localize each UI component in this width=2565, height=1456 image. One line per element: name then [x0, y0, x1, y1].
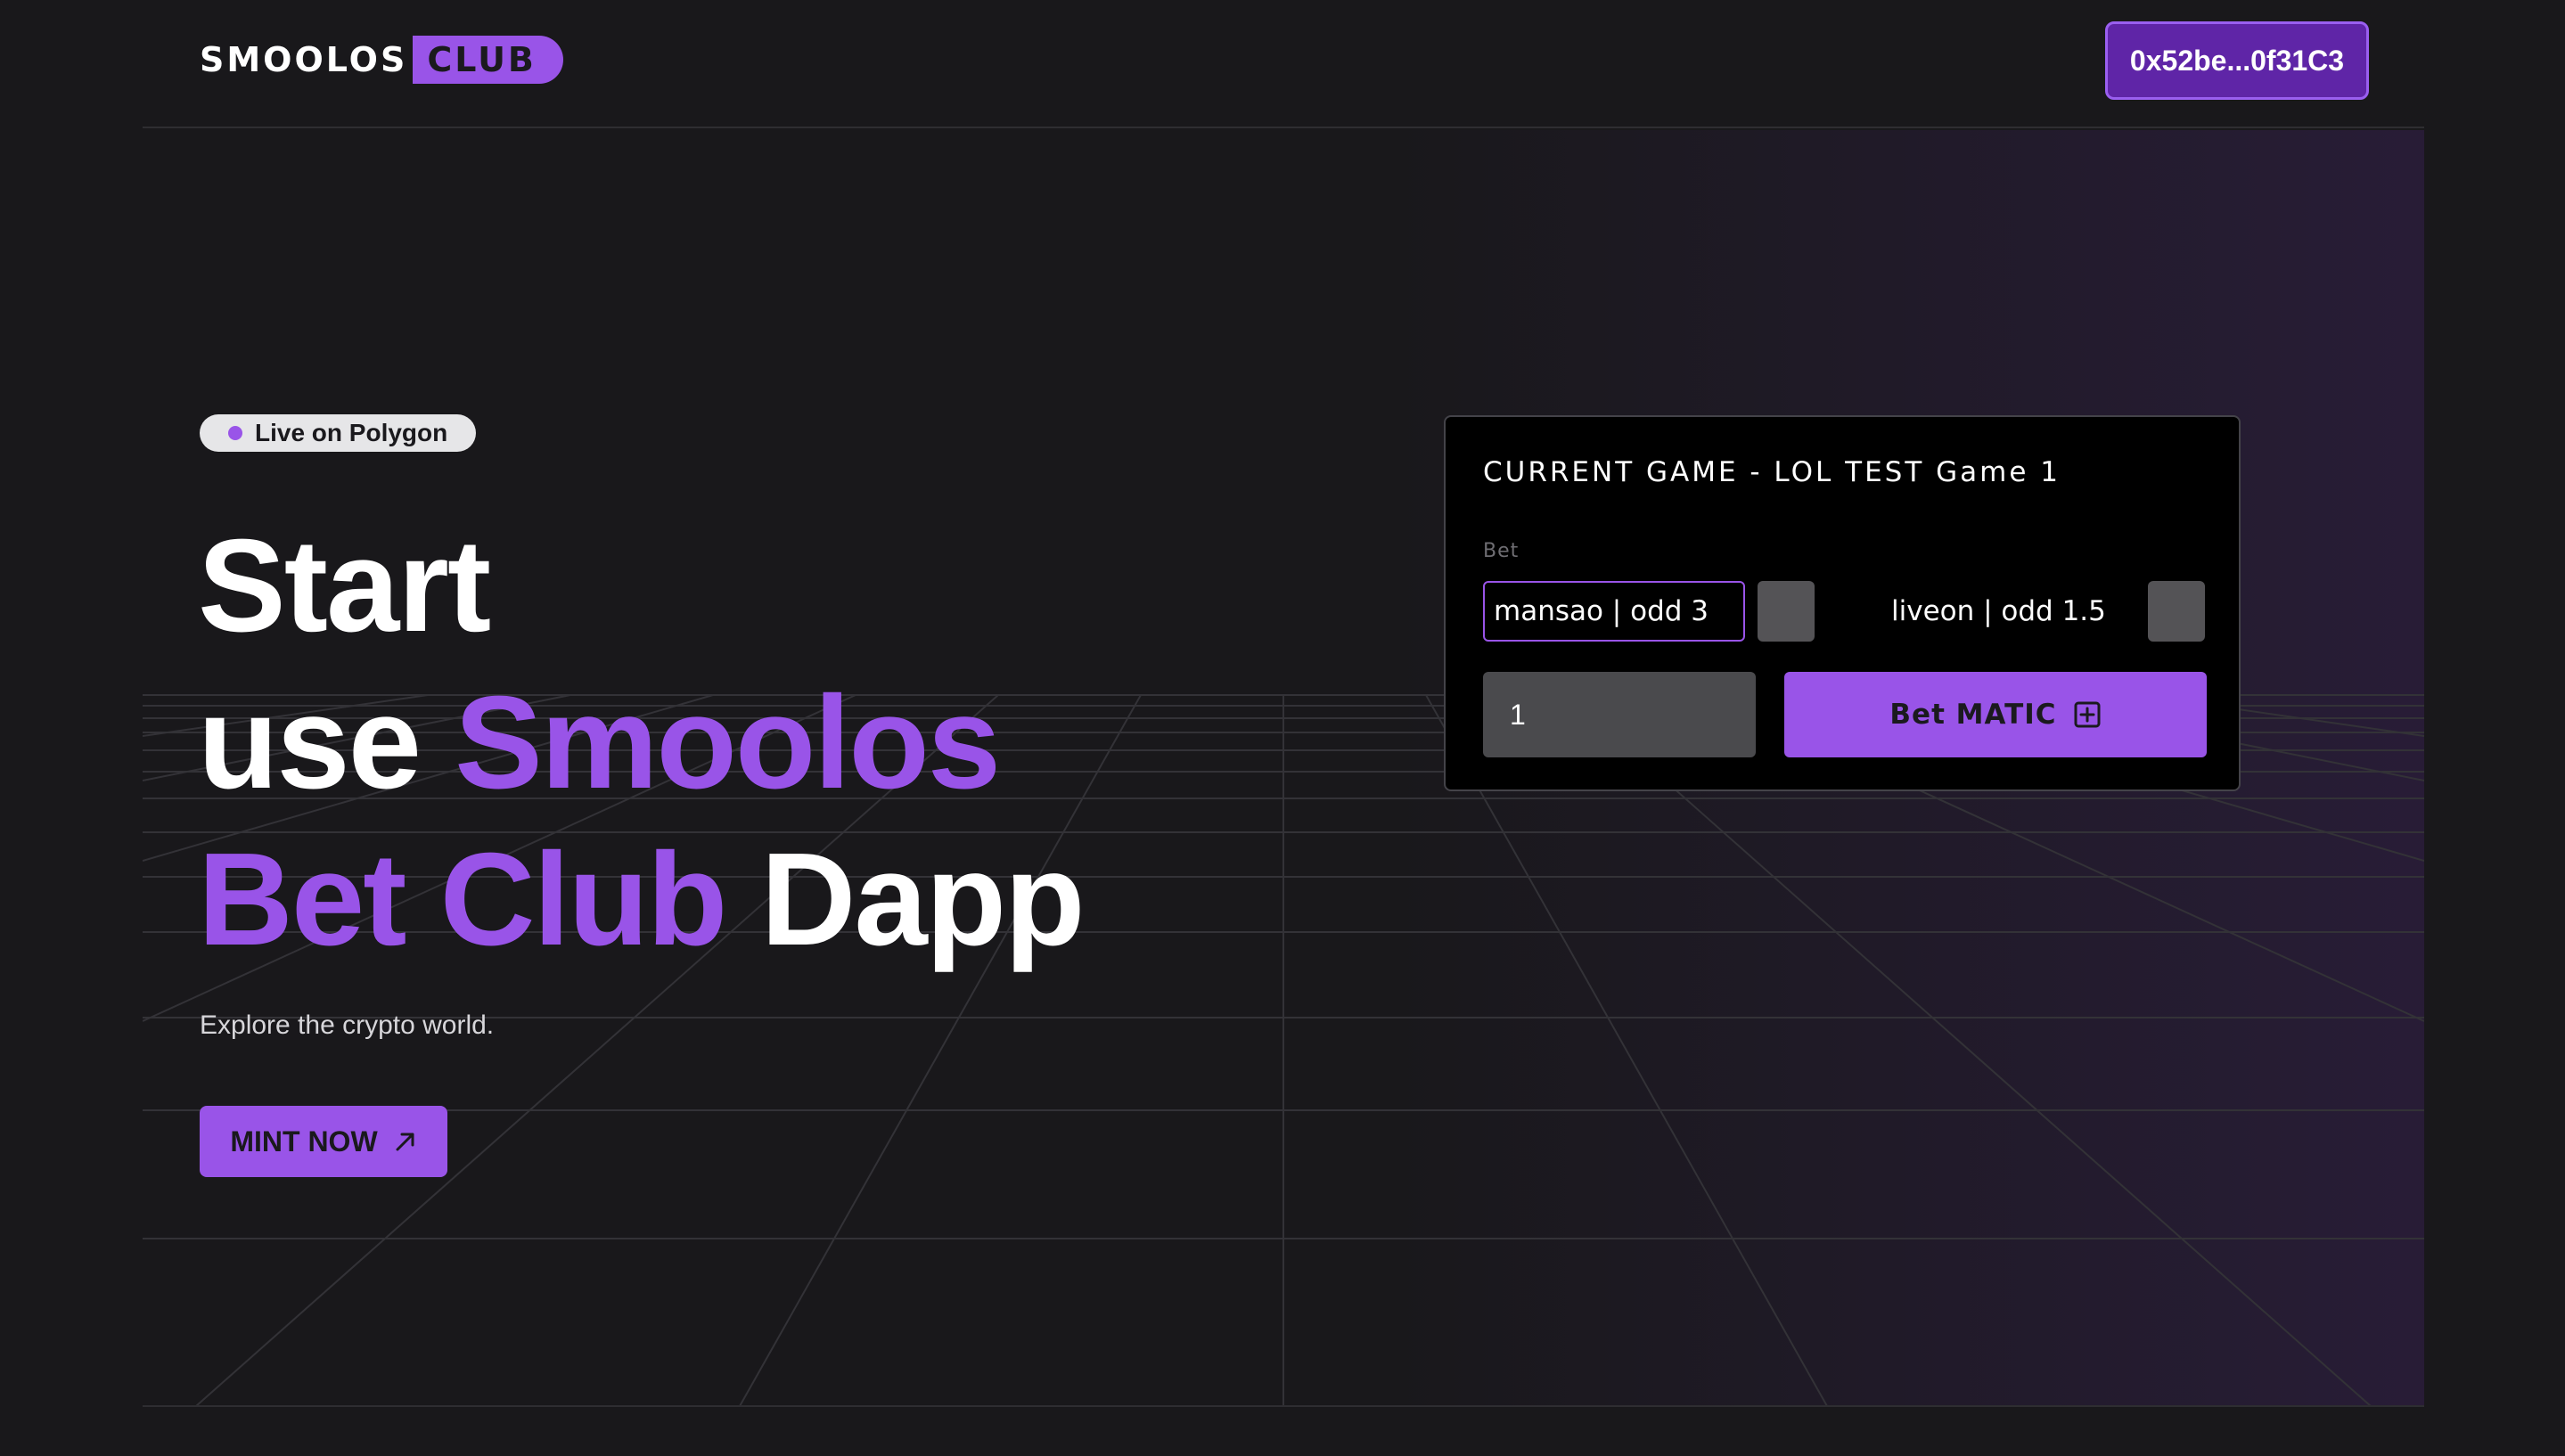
bet-option-b[interactable]: liveon | odd 1.5: [1891, 581, 2106, 642]
bet-matic-button[interactable]: Bet MATIC: [1784, 672, 2207, 757]
headline-line-3: Bet Club Dapp: [198, 822, 1086, 978]
headline-line-3-plain: Dapp: [725, 826, 1086, 973]
plus-square-icon: [2074, 701, 2101, 728]
logo-text: SMOOLOS: [200, 40, 408, 79]
logo[interactable]: SMOOLOS CLUB: [200, 36, 563, 84]
bet-amount-input[interactable]: [1483, 672, 1756, 757]
page: SMOOLOS CLUB 0x52be...0f31C3 Live on Pol…: [0, 0, 2565, 1456]
bet-option-a[interactable]: mansao | odd 3: [1483, 581, 1745, 642]
headline-line-1: Start: [198, 512, 491, 659]
arrow-up-right-icon: [396, 1133, 414, 1151]
logo-pill: CLUB: [413, 36, 563, 84]
headline-line-2-accent: Smoolos: [455, 669, 1001, 816]
header: SMOOLOS CLUB 0x52be...0f31C3: [143, 0, 2424, 128]
live-dot-icon: [228, 426, 242, 440]
headline-line-2: use Smoolos: [198, 665, 1084, 822]
hero-subtext: Explore the crypto world.: [200, 1010, 495, 1040]
wallet-address-button[interactable]: 0x52be...0f31C3: [2105, 21, 2369, 100]
mint-now-button[interactable]: MINT NOW: [200, 1106, 447, 1177]
badge-label: Live on Polygon: [255, 419, 448, 446]
mint-now-label: MINT NOW: [230, 1125, 378, 1157]
option-a-checkbox[interactable]: [1758, 581, 1815, 642]
network-badge: Live on Polygon: [200, 414, 477, 452]
headline-line-2-plain: use: [198, 669, 455, 816]
hero-headline: Start use Smoolos Bet Club Dapp: [198, 508, 1086, 978]
current-game-card: CURRENT GAME - LOL TEST Game 1 Bet mansa…: [1444, 415, 2241, 791]
game-title: CURRENT GAME - LOL TEST Game 1: [1483, 456, 2061, 488]
option-b-checkbox[interactable]: [2148, 581, 2205, 642]
bet-button-label: Bet MATIC: [1889, 699, 2057, 731]
headline-line-3-accent: Bet Club: [198, 826, 727, 973]
footer-divider: [143, 1405, 2424, 1407]
bet-label: Bet: [1483, 540, 1520, 562]
